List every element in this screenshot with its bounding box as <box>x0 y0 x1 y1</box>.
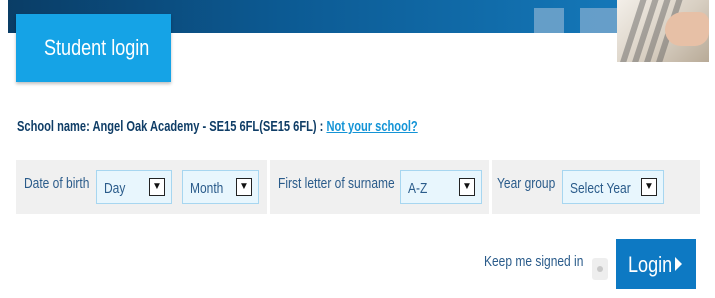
month-select[interactable]: Month ▼ <box>182 170 259 204</box>
keep-signed-in-label: Keep me signed in <box>484 253 584 270</box>
school-name-text: School name: Angel Oak Academy - SE15 6F… <box>17 118 327 135</box>
surname-letter-select[interactable]: A-Z ▼ <box>400 170 482 204</box>
login-form: Date of birth Day ▼ Month ▼ First letter… <box>16 160 700 214</box>
banner-block <box>580 8 618 33</box>
page-title: Student login <box>44 35 150 60</box>
login-button-label: Login <box>628 252 673 277</box>
date-of-birth-group: Date of birth Day ▼ Month ▼ <box>16 160 267 214</box>
header-photo <box>617 0 709 62</box>
month-select-value: Month <box>190 180 224 197</box>
keep-signed-in-toggle[interactable] <box>592 258 608 280</box>
date-of-birth-label: Date of birth <box>24 175 90 192</box>
day-select[interactable]: Day ▼ <box>96 170 172 204</box>
banner-block <box>534 8 564 33</box>
surname-group: First letter of surname A-Z ▼ <box>270 160 489 214</box>
student-login-tab: Student login <box>16 14 171 82</box>
school-name: School name: Angel Oak Academy - SE15 6F… <box>17 118 418 135</box>
chevron-down-icon: ▼ <box>641 178 657 196</box>
surname-label: First letter of surname <box>278 175 395 192</box>
not-your-school-link[interactable]: Not your school? <box>326 118 417 135</box>
year-group-label: Year group <box>497 175 556 192</box>
chevron-right-icon <box>675 257 682 271</box>
year-select-value: Select Year <box>570 180 631 197</box>
chevron-down-icon: ▼ <box>236 178 252 196</box>
year-group-select[interactable]: Select Year ▼ <box>562 170 664 204</box>
day-select-value: Day <box>104 180 126 197</box>
chevron-down-icon: ▼ <box>149 178 165 196</box>
chevron-down-icon: ▼ <box>459 178 475 196</box>
year-group-group: Year group Select Year ▼ <box>492 160 700 214</box>
surname-select-value: A-Z <box>408 180 428 197</box>
login-button[interactable]: Login <box>616 239 696 289</box>
